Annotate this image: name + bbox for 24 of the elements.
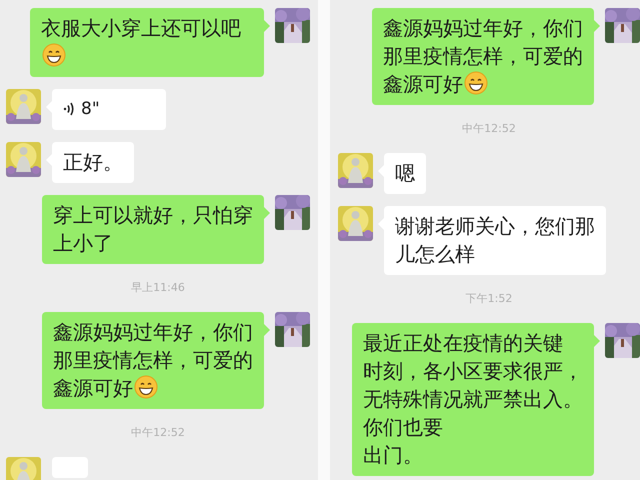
message-text-line: 无特殊情况就严禁出入。 bbox=[363, 386, 583, 413]
message-text-line: 鑫源妈妈过年好，你们 bbox=[53, 320, 253, 344]
message-text-line: 穿上可以就好，只怕穿 bbox=[53, 202, 253, 229]
voice-duration: 8" bbox=[81, 98, 100, 121]
message-text-line: 鑫源可好 bbox=[53, 376, 133, 400]
message-text-line: 鑫源可好 bbox=[383, 72, 463, 96]
message-text-line: 衣服大小穿上还可以吧 bbox=[41, 16, 241, 40]
message-text-line: 儿怎么样 bbox=[395, 241, 476, 268]
message-text-line: 谢谢老师关心，您们那 bbox=[395, 213, 595, 240]
message-text-line: 那里疫情怎样，可爱的 bbox=[383, 44, 583, 68]
message-text-line: 最近正处在疫情的关键 bbox=[363, 330, 564, 357]
timestamp: 中午12:52 bbox=[131, 426, 185, 440]
timestamp: 下午1:52 bbox=[466, 292, 512, 306]
message-text-line: 出门。 bbox=[363, 442, 424, 469]
timestamp: 早上11:46 bbox=[131, 281, 185, 295]
message-text-line: 你们也要 bbox=[363, 414, 444, 441]
message-text-line: 那里疫情怎样，可爱的 bbox=[53, 348, 253, 372]
voice-icon bbox=[63, 102, 75, 116]
message-text-line: 正好。 bbox=[63, 149, 123, 176]
message-text-line: 时刻，各小区要求很严， bbox=[363, 358, 583, 385]
message-text-line: 鑫源妈妈过年好，你们 bbox=[383, 16, 583, 40]
message-text-line: 嗯 bbox=[395, 160, 415, 187]
timestamp: 中午12:52 bbox=[462, 122, 516, 136]
message-text-line: 上小了 bbox=[53, 230, 114, 257]
